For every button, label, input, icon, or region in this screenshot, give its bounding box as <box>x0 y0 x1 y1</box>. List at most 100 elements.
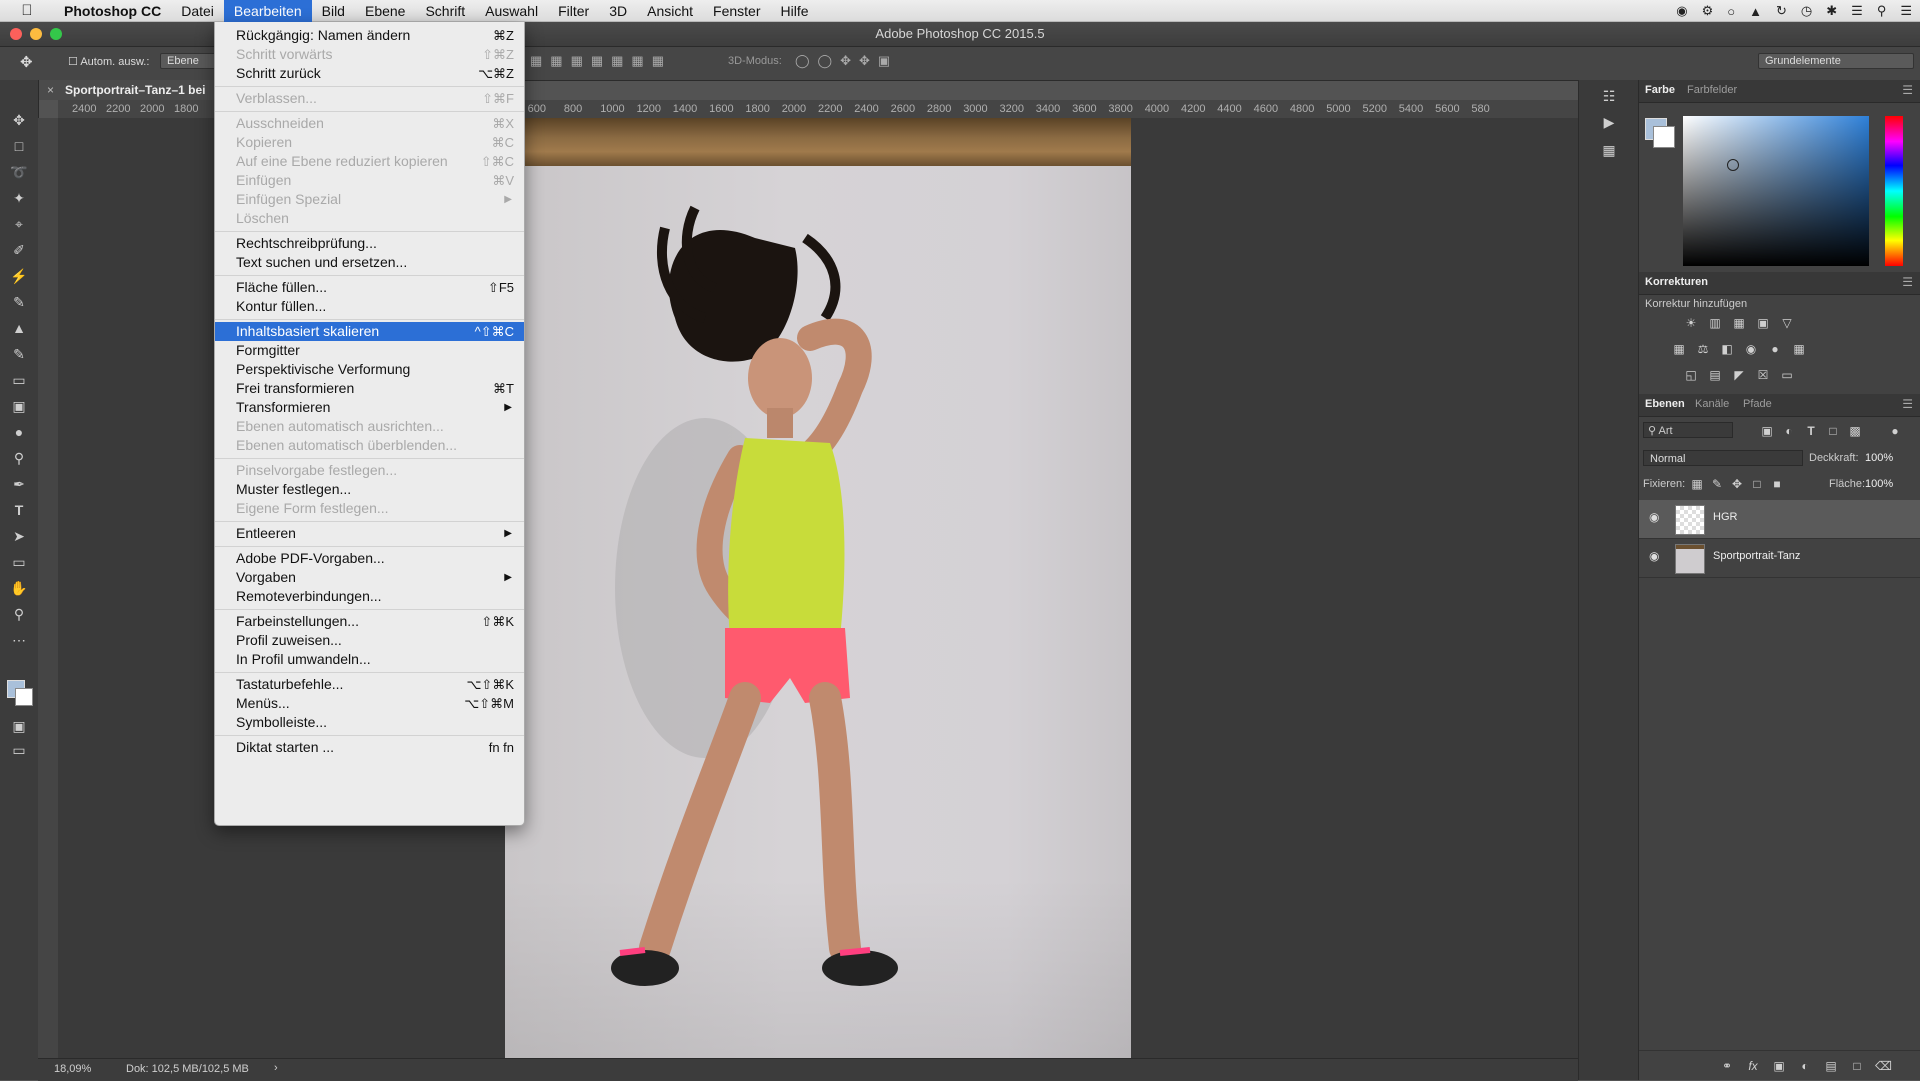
tab-swatches[interactable]: Farbfelder <box>1687 84 1737 96</box>
list-icon[interactable]: ☰ <box>1900 3 1912 19</box>
menu-item-kontur-f-llen[interactable]: Kontur füllen... <box>215 297 524 316</box>
move-tool-icon[interactable]: ✥ <box>20 53 33 71</box>
gradient-map-icon[interactable]: ▭ <box>1779 368 1795 382</box>
quick-select-tool-icon[interactable]: ✦ <box>9 188 29 208</box>
menu-bild[interactable]: Bild <box>312 0 355 22</box>
hue-saturation-icon[interactable]: ▦ <box>1671 342 1687 356</box>
lock-transparency-icon[interactable]: ▦ <box>1689 477 1705 491</box>
color-picker-cursor[interactable] <box>1727 159 1739 171</box>
lock-position-icon[interactable]: ✥ <box>1729 477 1745 491</box>
blend-mode-select[interactable]: Normal <box>1643 450 1803 466</box>
app-menu[interactable]: Photoshop CC <box>54 0 171 22</box>
menu-ebene[interactable]: Ebene <box>355 0 415 22</box>
eyedropper-tool-icon[interactable]: ✐ <box>9 240 29 260</box>
actions-panel-icon[interactable]: ▶ <box>1599 114 1619 134</box>
eye-icon[interactable]: ◉ <box>1649 510 1659 524</box>
new-group-icon[interactable]: ▤ <box>1823 1059 1839 1073</box>
exposure-icon[interactable]: ▣ <box>1755 316 1771 330</box>
hue-slider[interactable] <box>1885 116 1903 266</box>
menu-item-men-s[interactable]: Menüs... ⌥⇧⌘M <box>215 694 524 713</box>
menu-datei[interactable]: Datei <box>171 0 224 22</box>
layer-select[interactable]: Ebene <box>160 53 218 69</box>
zoom-level[interactable]: 18,09% <box>54 1063 91 1075</box>
background-color-swatch[interactable] <box>15 688 33 706</box>
selective-color-icon[interactable]: ☒ <box>1755 368 1771 382</box>
tab-layers[interactable]: Ebenen <box>1645 398 1685 410</box>
menu-item-r-ckg-ngig-namen-ndern[interactable]: Rückgängig: Namen ändern ⌘Z <box>215 26 524 45</box>
dodge-tool-icon[interactable]: ⚲ <box>9 448 29 468</box>
brush-tool-icon[interactable]: ✎ <box>9 292 29 312</box>
menu-item-remoteverbindungen[interactable]: Remoteverbindungen... <box>215 587 524 606</box>
layer-filter-select[interactable]: ⚲ Art <box>1643 422 1733 438</box>
levels-icon[interactable]: ▥ <box>1707 316 1723 330</box>
black-white-icon[interactable]: ◧ <box>1719 342 1735 356</box>
close-document-icon[interactable]: × <box>47 80 54 100</box>
quick-mask-icon[interactable]: ▣ <box>9 716 29 736</box>
workspace-select[interactable]: Grundelemente <box>1758 53 1914 69</box>
menu-item-formgitter[interactable]: Formgitter <box>215 341 524 360</box>
menu-fenster[interactable]: Fenster <box>703 0 770 22</box>
menu-item-in-profil-umwandeln[interactable]: In Profil umwandeln... <box>215 650 524 669</box>
layer-row-photo[interactable]: ◉ Sportportrait-Tanz <box>1639 539 1920 578</box>
brightness-icon[interactable]: ☀ <box>1683 316 1699 330</box>
layers-menu-icon[interactable]: ☰ <box>1902 397 1913 411</box>
gear-icon[interactable]: ⚙ <box>1702 3 1714 19</box>
channel-mixer-icon[interactable]: ● <box>1767 342 1783 356</box>
status-arrow-icon[interactable]: › <box>274 1062 278 1074</box>
posterize-icon[interactable]: ▤ <box>1707 368 1723 382</box>
crop-tool-icon[interactable]: ⌖ <box>9 214 29 234</box>
lock-pixels-icon[interactable]: ✎ <box>1709 477 1725 491</box>
threshold-icon[interactable]: ◤ <box>1731 368 1747 382</box>
eraser-tool-icon[interactable]: ▭ <box>9 370 29 390</box>
menu-item-adobe-pdf-vorgaben[interactable]: Adobe PDF-Vorgaben... <box>215 549 524 568</box>
document-tab[interactable]: × Sportportrait–Tanz–1 bei <box>39 80 219 100</box>
menu-item-tastaturbefehle[interactable]: Tastaturbefehle... ⌥⇧⌘K <box>215 675 524 694</box>
menu-schrift[interactable]: Schrift <box>415 0 475 22</box>
link-layers-icon[interactable]: ⚭ <box>1719 1059 1735 1073</box>
new-adjustment-icon[interactable]: ◐ <box>1797 1059 1813 1073</box>
properties-panel-icon[interactable]: ▦ <box>1599 142 1619 162</box>
type-tool-icon[interactable]: T <box>9 500 29 520</box>
apple-menu-icon[interactable]:  <box>0 0 54 22</box>
wifi-icon[interactable]: ☰ <box>1851 3 1863 19</box>
tab-paths[interactable]: Pfade <box>1743 398 1772 410</box>
menu-ansicht[interactable]: Ansicht <box>637 0 703 22</box>
menu-item-symbolleiste[interactable]: Symbolleiste... <box>215 713 524 732</box>
menu-auswahl[interactable]: Auswahl <box>475 0 548 22</box>
align-icons[interactable]: ▦▦▦▦▦▦▦ <box>530 53 672 69</box>
add-mask-icon[interactable]: ▣ <box>1771 1059 1787 1073</box>
move-tool-icon[interactable]: ✥ <box>9 110 29 130</box>
tab-channels[interactable]: Kanäle <box>1695 398 1729 410</box>
invert-icon[interactable]: ◱ <box>1683 368 1699 382</box>
more-tools-icon[interactable]: ⋯ <box>9 630 29 650</box>
menu-item-diktat-starten[interactable]: Diktat starten ... fn fn <box>215 738 524 757</box>
document-canvas-photo[interactable] <box>505 118 1131 1058</box>
menu-item-perspektivische-verformung[interactable]: Perspektivische Verformung <box>215 360 524 379</box>
bluetooth-icon[interactable]: ✱ <box>1826 3 1837 19</box>
creative-cloud-icon[interactable]: ○ <box>1727 4 1735 19</box>
menu-item-fl-che-f-llen[interactable]: Fläche füllen... ⇧F5 <box>215 278 524 297</box>
curves-icon[interactable]: ▦ <box>1731 316 1747 330</box>
tab-color[interactable]: Farbe <box>1645 84 1675 96</box>
corrections-menu-icon[interactable]: ☰ <box>1902 275 1913 289</box>
trash-icon[interactable]: ⌫ <box>1875 1059 1892 1073</box>
new-layer-icon[interactable]: □ <box>1849 1059 1865 1073</box>
color-bg-swatch[interactable] <box>1653 126 1675 148</box>
rectangle-tool-icon[interactable]: ▭ <box>9 552 29 572</box>
lasso-tool-icon[interactable]: ➰ <box>9 162 29 182</box>
hand-tool-icon[interactable]: ✋ <box>9 578 29 598</box>
color-lookup-icon[interactable]: ▦ <box>1791 342 1807 356</box>
gradient-tool-icon[interactable]: ▣ <box>9 396 29 416</box>
menu-item-frei-transformieren[interactable]: Frei transformieren ⌘T <box>215 379 524 398</box>
record-icon[interactable]: ◉ <box>1676 3 1687 19</box>
filter-smart-icon[interactable]: ▩ <box>1847 424 1863 438</box>
panel-menu-icon[interactable]: ☰ <box>1902 83 1913 97</box>
lock-artboard-icon[interactable]: □ <box>1749 477 1765 491</box>
screen-mode-icon[interactable]: ▭ <box>9 740 29 760</box>
filter-shape-icon[interactable]: □ <box>1825 424 1841 438</box>
menu-bearbeiten[interactable]: Bearbeiten <box>223 0 312 22</box>
blur-tool-icon[interactable]: ● <box>9 422 29 442</box>
3d-tool-icons[interactable]: ◯◯✥✥▣ <box>795 53 898 69</box>
history-panel-icon[interactable]: ☷ <box>1599 88 1619 108</box>
filter-type-icon[interactable]: T <box>1803 424 1819 438</box>
